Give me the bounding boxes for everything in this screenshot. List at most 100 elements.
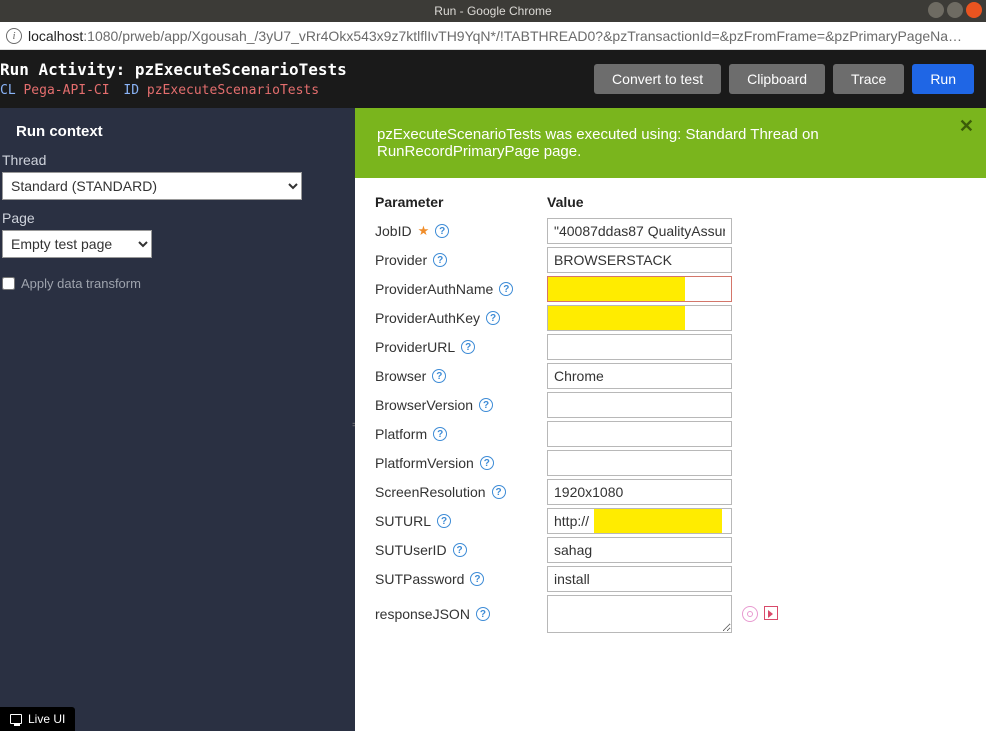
window-title: Run - Google Chrome	[434, 4, 551, 18]
parameter-label: Platform?	[375, 426, 547, 442]
help-icon[interactable]: ?	[499, 282, 513, 296]
live-ui-button[interactable]: Live UI	[0, 707, 75, 731]
thread-select[interactable]: Standard (STANDARD)	[2, 172, 302, 200]
url-display: localhost:1080/prweb/app/Xgousah_/3yU7_v…	[28, 28, 962, 44]
parameter-row: Platform?	[375, 421, 966, 447]
parameter-input[interactable]	[547, 450, 732, 476]
help-icon[interactable]: ?	[432, 369, 446, 383]
parameter-header-label: Parameter	[375, 194, 547, 210]
parameter-label: BrowserVersion?	[375, 397, 547, 413]
help-icon[interactable]: ?	[470, 572, 484, 586]
parameter-label-text: ProviderAuthKey	[375, 310, 480, 326]
help-icon[interactable]: ?	[435, 224, 449, 238]
help-icon[interactable]: ?	[486, 311, 500, 325]
parameter-label: SUTURL?	[375, 513, 547, 529]
parameter-label: PlatformVersion?	[375, 455, 547, 471]
parameter-input[interactable]	[547, 363, 732, 389]
parameter-input[interactable]	[547, 247, 732, 273]
success-banner: pzExecuteScenarioTests was executed usin…	[355, 108, 986, 178]
parameter-label: JobID★?	[375, 223, 547, 239]
parameter-label-text: SUTPassword	[375, 571, 464, 587]
parameter-label-text: responseJSON	[375, 606, 470, 622]
parameter-row: SUTUserID?	[375, 537, 966, 563]
parameters-header: Parameter Value	[375, 194, 966, 210]
activity-title: Run Activity: pzExecuteScenarioTests	[0, 60, 347, 79]
parameter-input[interactable]	[547, 334, 732, 360]
banner-close-icon[interactable]: ✕	[959, 116, 974, 137]
browser-urlbar[interactable]: i localhost:1080/prweb/app/Xgousah_/3yU7…	[0, 22, 986, 50]
help-icon[interactable]: ?	[437, 514, 451, 528]
apply-data-transform-checkbox[interactable]	[2, 277, 15, 290]
parameter-label: responseJSON?	[375, 606, 547, 622]
app-body: Run context Thread Standard (STANDARD) P…	[0, 108, 986, 731]
window-maximize-button[interactable]	[947, 2, 963, 18]
site-info-icon[interactable]: i	[6, 28, 22, 44]
parameter-input[interactable]	[547, 392, 732, 418]
parameter-input[interactable]	[547, 305, 732, 331]
parameter-input[interactable]	[547, 479, 732, 505]
parameter-row: SUTPassword?	[375, 566, 966, 592]
parameter-input[interactable]	[547, 218, 732, 244]
page-select[interactable]: Empty test page	[2, 230, 152, 258]
screen-icon	[10, 714, 22, 724]
parameter-row: JobID★?	[375, 218, 966, 244]
chrome-titlebar: Run - Google Chrome	[0, 0, 986, 22]
parameter-label-text: ScreenResolution	[375, 484, 486, 500]
page-group: Page Empty test page	[0, 210, 355, 268]
help-icon[interactable]: ?	[433, 253, 447, 267]
cl-label: CL	[0, 83, 16, 98]
help-icon[interactable]: ?	[479, 398, 493, 412]
parameter-label-text: Platform	[375, 426, 427, 442]
id-label: ID	[123, 83, 139, 98]
activity-header: Run Activity: pzExecuteScenarioTests CL …	[0, 50, 986, 108]
gear-icon[interactable]	[742, 606, 758, 622]
parameter-row: ProviderAuthKey?	[375, 305, 966, 331]
help-icon[interactable]: ?	[461, 340, 475, 354]
parameter-label: SUTUserID?	[375, 542, 547, 558]
window-close-button[interactable]	[966, 2, 982, 18]
parameter-input[interactable]	[547, 276, 732, 302]
activity-subtitle: CL Pega-API-CI ID pzExecuteScenarioTests	[0, 83, 347, 98]
live-ui-label: Live UI	[28, 712, 65, 726]
parameter-label-text: ProviderURL	[375, 339, 455, 355]
parameter-label-text: ProviderAuthName	[375, 281, 493, 297]
id-value: pzExecuteScenarioTests	[147, 83, 319, 98]
parameter-row: Provider?	[375, 247, 966, 273]
parameter-label-text: Provider	[375, 252, 427, 268]
parameter-row: BrowserVersion?	[375, 392, 966, 418]
parameter-row: ScreenResolution?	[375, 479, 966, 505]
parameter-input[interactable]	[547, 421, 732, 447]
help-icon[interactable]: ?	[492, 485, 506, 499]
help-icon[interactable]: ?	[433, 427, 447, 441]
parameter-row: ProviderURL?	[375, 334, 966, 360]
parameter-input[interactable]	[547, 508, 732, 534]
parameter-row: ProviderAuthName?	[375, 276, 966, 302]
clipboard-button[interactable]: Clipboard	[729, 64, 825, 94]
trace-button[interactable]: Trace	[833, 64, 904, 94]
convert-to-test-button[interactable]: Convert to test	[594, 64, 721, 94]
parameter-label: ProviderAuthKey?	[375, 310, 547, 326]
parameter-label: SUTPassword?	[375, 571, 547, 587]
window-minimize-button[interactable]	[928, 2, 944, 18]
export-icon[interactable]	[764, 606, 778, 620]
parameter-row-icons	[742, 606, 778, 622]
parameters-table: Parameter Value JobID★?Provider?Provider…	[355, 178, 986, 652]
parameter-label: Browser?	[375, 368, 547, 384]
parameter-input[interactable]	[547, 566, 732, 592]
parameter-row: SUTURL?	[375, 508, 966, 534]
parameter-label-text: Browser	[375, 368, 426, 384]
thread-label: Thread	[2, 152, 355, 168]
apply-data-transform-row: Apply data transform	[0, 268, 355, 291]
parameter-label: ProviderAuthName?	[375, 281, 547, 297]
help-icon[interactable]: ?	[480, 456, 494, 470]
run-button[interactable]: Run	[912, 64, 974, 94]
parameter-label-text: BrowserVersion	[375, 397, 473, 413]
help-icon[interactable]: ?	[453, 543, 467, 557]
apply-data-transform-label: Apply data transform	[21, 276, 141, 291]
parameter-input[interactable]	[547, 595, 732, 633]
parameter-label-text: JobID	[375, 223, 412, 239]
help-icon[interactable]: ?	[476, 607, 490, 621]
parameter-input[interactable]	[547, 537, 732, 563]
run-context-heading: Run context	[0, 108, 355, 152]
parameter-label: Provider?	[375, 252, 547, 268]
